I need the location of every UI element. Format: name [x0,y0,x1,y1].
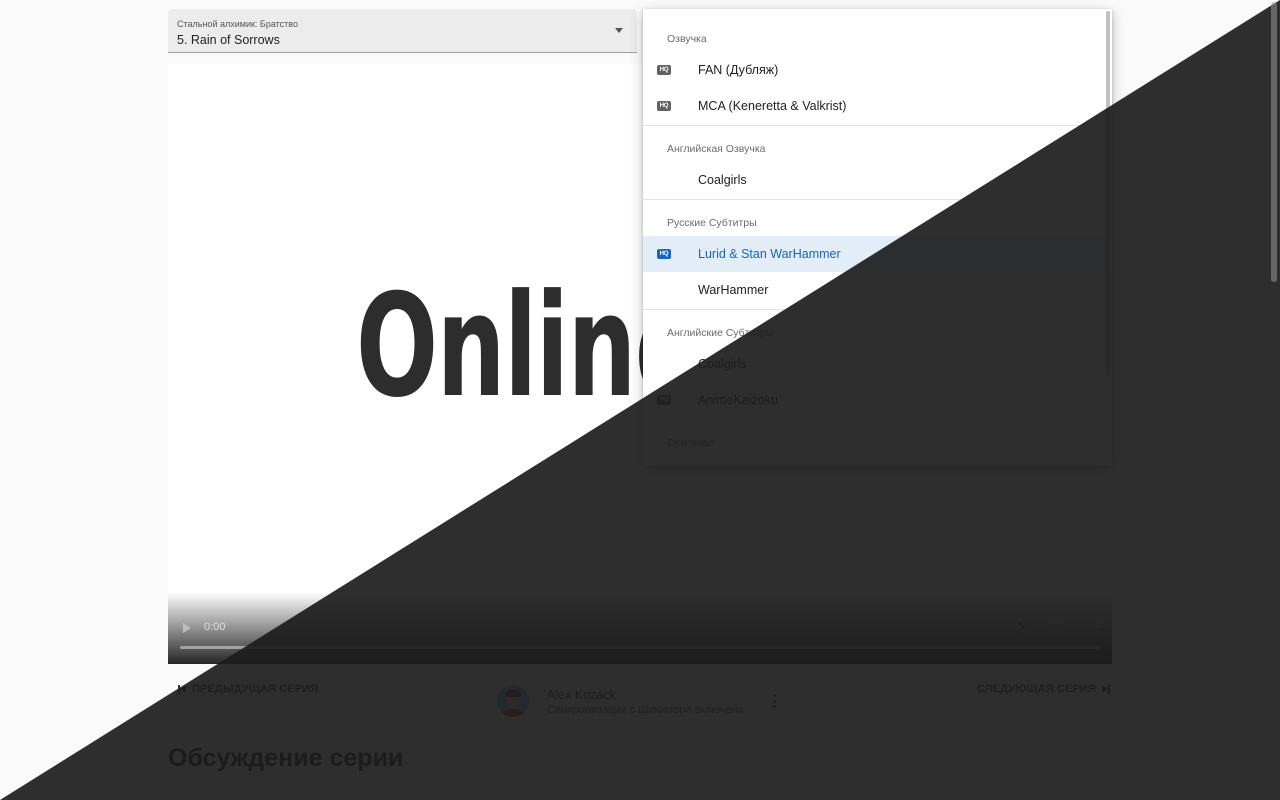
page-scrollbar[interactable] [1271,2,1277,282]
more-vert-icon[interactable] [768,694,780,708]
video-time: 0:00 [204,621,226,633]
menu-item[interactable]: Coalgirls [643,346,1106,382]
menu-item-label: WarHammer [698,283,769,297]
menu-item-label: FAN (Дубляж) [698,63,779,77]
menu-divider [643,420,1106,421]
menu-item-label: AnimeKaizoku [698,393,778,407]
menu-item[interactable]: HQ MCA (Keneretta & Valkrist) [643,88,1106,124]
arrow-drop-down-icon [615,28,623,33]
skip-previous-icon [178,684,186,694]
episode-select[interactable]: Стальной алхимик: Братство 5. Rain of So… [168,9,637,53]
fullscreen-icon[interactable]: ⛶ [1050,619,1059,632]
user-sync-status: Синхронизация с Шикимори включена [547,704,744,716]
menu-item-label: Coalgirls [698,357,747,371]
menu-item[interactable]: HQ FAN (Дубляж) [643,52,1106,88]
menu-item-label: MCA (Keneretta & Valkrist) [698,99,847,113]
prev-episode-label: ПРЕДЫДУЩАЯ СЕРИЯ [192,683,319,695]
episode-select-label: Стальной алхимик: Братство [177,19,298,29]
menu-divider [643,125,1106,126]
hq-icon: HQ [657,101,671,111]
menu-scrollbar[interactable] [1106,11,1110,376]
translation-menu[interactable]: Озвучка HQ FAN (Дубляж) HQ MCA (Keneretta & … [643,9,1112,466]
menu-item-label: Coalgirls [698,173,747,187]
menu-group-header: Английские Субтитры [667,327,774,339]
video-controls-bar [168,592,1112,664]
hq-icon: HQ [657,395,671,405]
menu-divider [643,199,1106,200]
next-episode-label: СЛЕДУЮЩАЯ СЕРИЯ [977,683,1096,695]
menu-group-header: Оригинал [667,437,715,449]
episode-select-value: 5. Rain of Sorrows [177,33,280,47]
volume-icon[interactable]: 🔈 [1014,619,1030,632]
menu-group-header: Озвучка [667,33,707,45]
menu-item[interactable]: Coalgirls [643,162,1106,198]
next-episode-button[interactable]: СЛЕДУЮЩАЯ СЕРИЯ [977,683,1110,695]
discussion-title: Обсуждение серии [168,744,404,772]
avatar[interactable] [497,685,529,717]
menu-item-label: Lurid & Stan WarHammer [698,247,841,261]
skip-next-icon [1101,684,1110,694]
play-icon[interactable] [183,623,191,633]
hq-icon: HQ [657,249,671,259]
video-progress-slider[interactable] [180,646,1100,649]
menu-group-header: Русские Субтитры [667,217,757,229]
menu-group-header: Английская Озвучка [667,143,766,155]
menu-item[interactable]: WarHammer [643,272,1106,308]
user-name: Alex Kozack [547,688,616,702]
menu-item[interactable]: HQ AnimeKaizoku [643,382,1106,418]
menu-divider [643,309,1106,310]
more-vert-icon[interactable]: ⋮ [1090,619,1104,633]
prev-episode-button[interactable]: ПРЕДЫДУЩАЯ СЕРИЯ [178,683,318,695]
hq-icon: HQ [657,65,671,75]
menu-item[interactable]: HQ Lurid & Stan WarHammer [643,236,1106,272]
